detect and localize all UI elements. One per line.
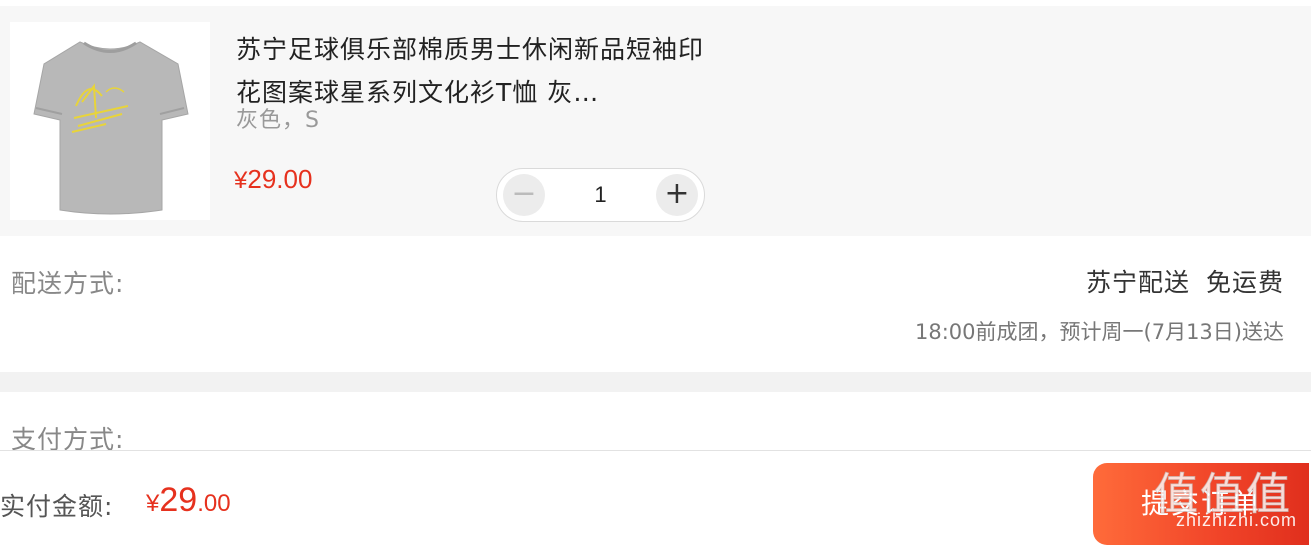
- price-currency: ¥: [234, 167, 248, 194]
- decrease-quantity-button[interactable]: −: [503, 174, 545, 216]
- checkout-bar: 实付金额: ¥29.00 提交订单: [0, 450, 1311, 546]
- submit-order-button[interactable]: 提交订单: [1093, 463, 1309, 545]
- total-amount: ¥29.00: [146, 481, 231, 520]
- section-divider: [0, 372, 1311, 392]
- total-currency: ¥: [146, 490, 160, 517]
- product-thumbnail[interactable]: [10, 22, 210, 220]
- quantity-value[interactable]: 1: [552, 169, 649, 221]
- delivery-method[interactable]: 苏宁配送 免运费: [1086, 263, 1284, 299]
- delivery-eta: 18:00前成团，预计周一(7月13日)送达: [915, 320, 1284, 344]
- delivery-label: 配送方式:: [11, 269, 125, 298]
- increase-quantity-button[interactable]: +: [656, 174, 698, 216]
- payment-section[interactable]: 支付方式:: [0, 392, 1311, 454]
- tshirt-image-icon: [33, 41, 189, 215]
- delivery-provider: 苏宁配送: [1085, 268, 1190, 297]
- total-label: 实付金额:: [0, 492, 114, 521]
- total-integer: 29: [159, 481, 198, 519]
- product-spec: 灰色，S: [236, 108, 320, 133]
- product-card: 苏宁足球俱乐部棉质男士休闲新品短袖印花图案球星系列文化衫T恤 灰… 灰色，S ¥…: [0, 6, 1311, 236]
- delivery-fee: 免运费: [1205, 268, 1284, 297]
- product-price: ¥29.00: [234, 164, 312, 195]
- quantity-stepper: − 1 +: [496, 168, 705, 222]
- total-decimal: .00: [197, 490, 231, 517]
- price-value: 29.00: [247, 164, 313, 194]
- delivery-section: 配送方式: 苏宁配送 免运费 18:00前成团，预计周一(7月13日)送达: [0, 236, 1311, 372]
